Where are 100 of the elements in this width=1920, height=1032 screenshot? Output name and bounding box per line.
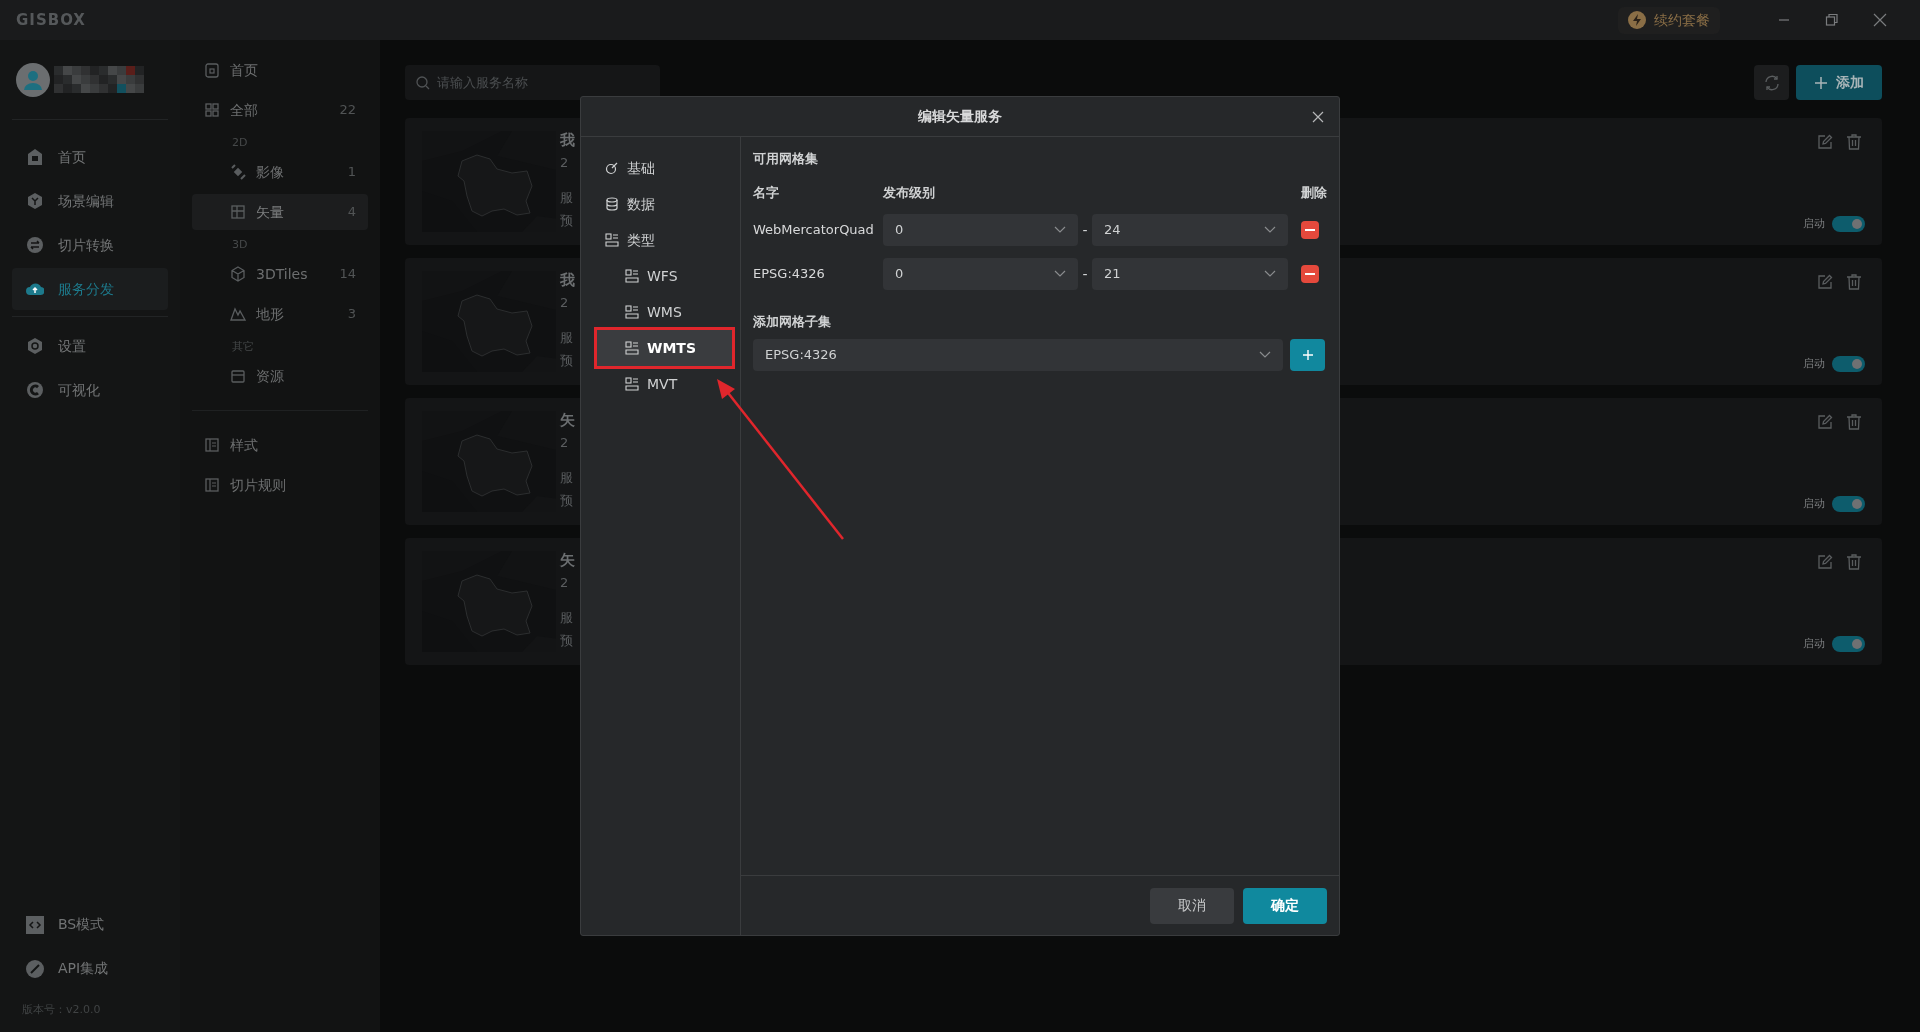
add-button[interactable]: 添加 — [1796, 65, 1882, 100]
card-detail: 服 — [560, 611, 574, 624]
level-select[interactable]: 21 — [1092, 258, 1288, 290]
nav-item[interactable]: BS模式 — [12, 903, 168, 946]
code-icon — [26, 915, 44, 934]
trash-icon[interactable] — [1846, 274, 1862, 290]
column-header: 名字 — [753, 183, 780, 202]
card-date: 2 — [560, 156, 570, 169]
nav-item[interactable]: 服务分发 — [12, 268, 168, 310]
add-subset-button[interactable] — [1290, 338, 1325, 371]
level-select[interactable]: 0 — [883, 258, 1078, 290]
column-header: 发布级别 — [883, 183, 936, 202]
restore-icon[interactable] — [1825, 13, 1839, 27]
category-item[interactable]: 地形 3 — [192, 296, 368, 332]
refresh-button[interactable] — [1754, 65, 1789, 100]
category-item[interactable]: 样式 — [192, 427, 368, 463]
card-detail: 预 — [560, 354, 574, 367]
list-icon — [204, 477, 220, 493]
confirm-button[interactable]: 确定 — [1243, 887, 1327, 924]
folder-icon — [230, 368, 246, 384]
close-icon[interactable] — [1873, 13, 1887, 27]
nav-item[interactable]: 场景编辑 — [12, 180, 168, 222]
chevron-down-icon — [1259, 350, 1271, 359]
grid-set-select[interactable]: EPSG:4326 — [753, 338, 1283, 371]
edit-icon[interactable] — [1817, 274, 1833, 290]
card-detail: 预 — [560, 494, 574, 507]
trash-icon[interactable] — [1846, 414, 1862, 430]
home-icon — [26, 148, 44, 166]
range-separator: - — [1081, 264, 1089, 284]
remove-button[interactable] — [1301, 221, 1319, 239]
card-detail: 预 — [560, 214, 574, 227]
category-item[interactable]: 3DTiles 14 — [192, 256, 368, 292]
dialog-nav-item[interactable]: WMS — [597, 294, 732, 330]
category-item[interactable]: 切片规则 — [192, 467, 368, 503]
toggle-switch[interactable] — [1832, 215, 1865, 232]
category-item[interactable]: 影像 1 — [192, 154, 368, 190]
card-date: 2 — [560, 296, 570, 309]
dialog-nav-item[interactable]: MVT — [597, 366, 732, 402]
trash-icon[interactable] — [1846, 554, 1862, 570]
app-logo: GISBOX — [16, 9, 86, 31]
lightning-icon — [1628, 11, 1646, 29]
cancel-button[interactable]: 取消 — [1150, 887, 1234, 924]
nav-item[interactable]: 设置 — [12, 325, 168, 367]
dialog-nav-item[interactable]: 数据 — [597, 186, 732, 222]
remove-button[interactable] — [1301, 265, 1319, 283]
item-count: 14 — [339, 265, 356, 284]
chevron-down-icon — [1264, 226, 1276, 234]
toggle-switch[interactable] — [1832, 495, 1865, 512]
column-header: 删除 — [1301, 183, 1327, 202]
layout-icon — [625, 341, 639, 355]
dialog-nav-item[interactable]: WMTS — [597, 330, 732, 366]
nav-item[interactable]: 切片转换 — [12, 224, 168, 266]
card-title: 矢 — [560, 413, 576, 428]
trash-icon[interactable] — [1846, 134, 1862, 150]
level-select[interactable]: 24 — [1092, 214, 1288, 246]
item-count: 3 — [347, 305, 356, 324]
list-icon — [204, 437, 220, 453]
toggle-label: 启动 — [1803, 355, 1825, 372]
upload-cloud-icon — [26, 280, 44, 298]
dialog-nav-item[interactable]: 类型 — [597, 222, 732, 258]
layout-icon — [625, 305, 639, 319]
grid-set-name: WebMercatorQuad — [753, 221, 875, 240]
layout-icon — [625, 269, 639, 283]
category-item[interactable]: 全部 22 — [192, 92, 368, 128]
settings-icon — [26, 337, 44, 355]
grid-icon — [204, 102, 220, 118]
level-select[interactable]: 0 — [883, 214, 1078, 246]
minus-icon — [1305, 273, 1315, 275]
cube-icon — [230, 266, 246, 282]
category-item[interactable]: 资源 — [192, 358, 368, 394]
item-count: 22 — [339, 101, 356, 120]
cube-icon — [26, 192, 44, 210]
chevron-down-icon — [1054, 226, 1066, 234]
edit-icon[interactable] — [1817, 554, 1833, 570]
home-icon — [204, 62, 220, 78]
edit-icon[interactable] — [1817, 414, 1833, 430]
toggle-label: 启动 — [1803, 635, 1825, 652]
toggle-label: 启动 — [1803, 215, 1825, 232]
card-title: 矢 — [560, 553, 576, 568]
card-date: 2 — [560, 436, 570, 449]
edit-icon[interactable] — [1817, 134, 1833, 150]
toggle-switch[interactable] — [1832, 635, 1865, 652]
nav-item[interactable]: 首页 — [12, 136, 168, 178]
swap-icon — [26, 236, 44, 254]
toggle-switch[interactable] — [1832, 355, 1865, 372]
section-heading: 可用网格集 — [753, 150, 819, 168]
item-count: 1 — [347, 163, 356, 182]
dialog-nav-item[interactable]: 基础 — [597, 150, 732, 186]
card-detail: 服 — [560, 331, 574, 344]
nav-item[interactable]: 可视化 — [12, 369, 168, 411]
category-item[interactable]: 首页 — [192, 52, 368, 88]
renew-button[interactable]: 续约套餐 — [1618, 6, 1720, 34]
dialog-nav-item[interactable]: WFS — [597, 258, 732, 294]
toggle-label: 启动 — [1803, 495, 1825, 512]
card-date: 2 — [560, 576, 570, 589]
mountain-icon — [230, 306, 246, 322]
nav-item[interactable]: API集成 — [12, 947, 168, 990]
range-separator: - — [1081, 220, 1089, 240]
map-icon — [230, 204, 246, 220]
close-icon[interactable] — [1312, 111, 1324, 123]
